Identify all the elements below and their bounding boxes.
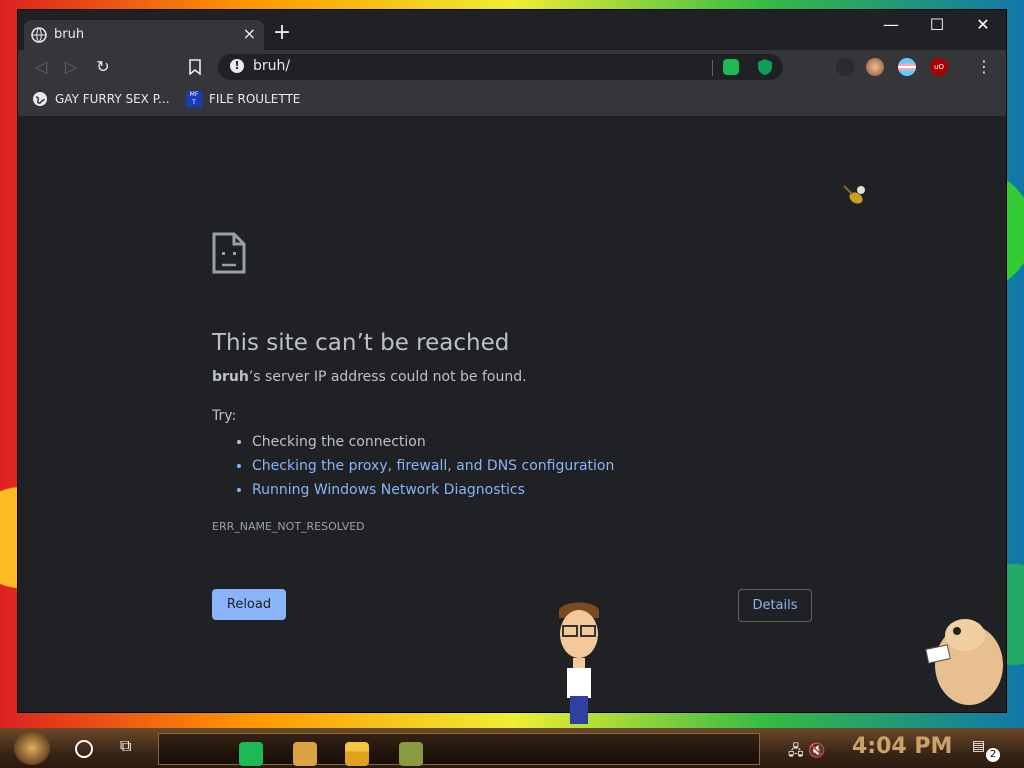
task-view-icon[interactable]: ⧉: [120, 736, 131, 756]
taskbar: ⧉ 🖧 🔇 4:04 PM ▤ 2: [0, 728, 1024, 768]
info-icon[interactable]: !: [230, 59, 244, 73]
shield-icon[interactable]: [757, 58, 773, 76]
error-heading: This site can’t be reached: [212, 330, 510, 356]
flag-extension-icon[interactable]: [898, 58, 916, 76]
new-tab-button[interactable]: +: [270, 22, 294, 46]
url-text: bruh/: [253, 58, 291, 74]
notification-badge: 2: [986, 748, 1000, 762]
address-bar[interactable]: ! bruh/: [218, 54, 783, 80]
tab-close-icon[interactable]: ×: [243, 24, 256, 44]
toolbar: ◁ ▷ ↻ ! bruh/ uO ⋮: [18, 50, 1006, 84]
hamster-sticker: [925, 619, 1003, 705]
suggestion-connection: Checking the connection: [252, 430, 614, 454]
bookmark-item-2[interactable]: MF T FILE ROULETTE: [186, 91, 300, 107]
details-button[interactable]: Details: [738, 589, 812, 622]
cortana-icon[interactable]: [75, 740, 93, 758]
menu-icon[interactable]: ⋮: [976, 57, 992, 76]
window-controls: — ☐ ✕: [868, 10, 1006, 40]
chat-extension-icon[interactable]: [723, 59, 739, 75]
taskbar-apps: [158, 733, 760, 766]
system-tray[interactable]: 🖧 🔇: [788, 740, 826, 764]
error-host: bruh: [212, 369, 249, 385]
bee-sticker: [843, 185, 865, 204]
minimize-button[interactable]: —: [868, 10, 914, 40]
chat-app-icon[interactable]: [239, 742, 263, 766]
folder-icon[interactable]: [345, 742, 369, 766]
reload-page-button[interactable]: ↻: [92, 56, 114, 78]
suggestion-proxy-link[interactable]: Checking the proxy, firewall, and DNS co…: [252, 454, 614, 478]
maximize-button[interactable]: ☐: [914, 10, 960, 40]
suggestions-list: Checking the connection Checking the pro…: [234, 430, 614, 502]
bookmarks-bar: GAY FURRY SEX P... MF T FILE ROULETTE: [18, 84, 1006, 116]
ublock-icon[interactable]: uO: [930, 58, 948, 76]
browser-window: bruh × + — ☐ ✕ ◁ ▷ ↻ ! bruh/ uO ⋮ GAY FU…: [18, 10, 1006, 712]
cartoon-character-sticker: [559, 602, 599, 724]
sad-page-icon: [212, 232, 246, 274]
omnibox-divider: [712, 60, 713, 76]
file-app-icon[interactable]: [293, 742, 317, 766]
error-message: bruh’s server IP address could not be fo…: [212, 369, 527, 385]
extension-icon-inactive[interactable]: [836, 58, 854, 76]
try-label: Try:: [212, 408, 237, 424]
avatar-extension-icon[interactable]: [866, 58, 884, 76]
clock[interactable]: 4:04 PM: [852, 734, 952, 759]
suggestion-diagnostics-link[interactable]: Running Windows Network Diagnostics: [252, 478, 614, 502]
notifications-icon[interactable]: ▤ 2: [972, 738, 1000, 762]
back-button[interactable]: ◁: [30, 56, 52, 78]
file-roulette-icon: MF T: [186, 91, 202, 107]
tab-bruh[interactable]: bruh ×: [24, 20, 264, 50]
tab-strip: bruh × + — ☐ ✕: [18, 10, 1006, 50]
globe-icon: [33, 92, 47, 106]
forward-button[interactable]: ▷: [60, 56, 82, 78]
bookmark-label: FILE ROULETTE: [209, 92, 301, 106]
error-code: ERR_NAME_NOT_RESOLVED: [212, 520, 365, 533]
globe-icon: [31, 27, 47, 43]
tab-title: bruh: [54, 27, 85, 42]
bookmark-item-1[interactable]: GAY FURRY SEX P...: [32, 91, 170, 107]
start-button[interactable]: [14, 731, 50, 765]
close-window-button[interactable]: ✕: [960, 10, 1006, 40]
bookmark-label: GAY FURRY SEX P...: [55, 92, 170, 106]
game-app-icon[interactable]: [399, 742, 423, 766]
error-message-suffix: ’s server IP address could not be found.: [248, 369, 527, 385]
reload-button[interactable]: Reload: [212, 589, 286, 620]
bookmark-icon[interactable]: [188, 59, 202, 75]
